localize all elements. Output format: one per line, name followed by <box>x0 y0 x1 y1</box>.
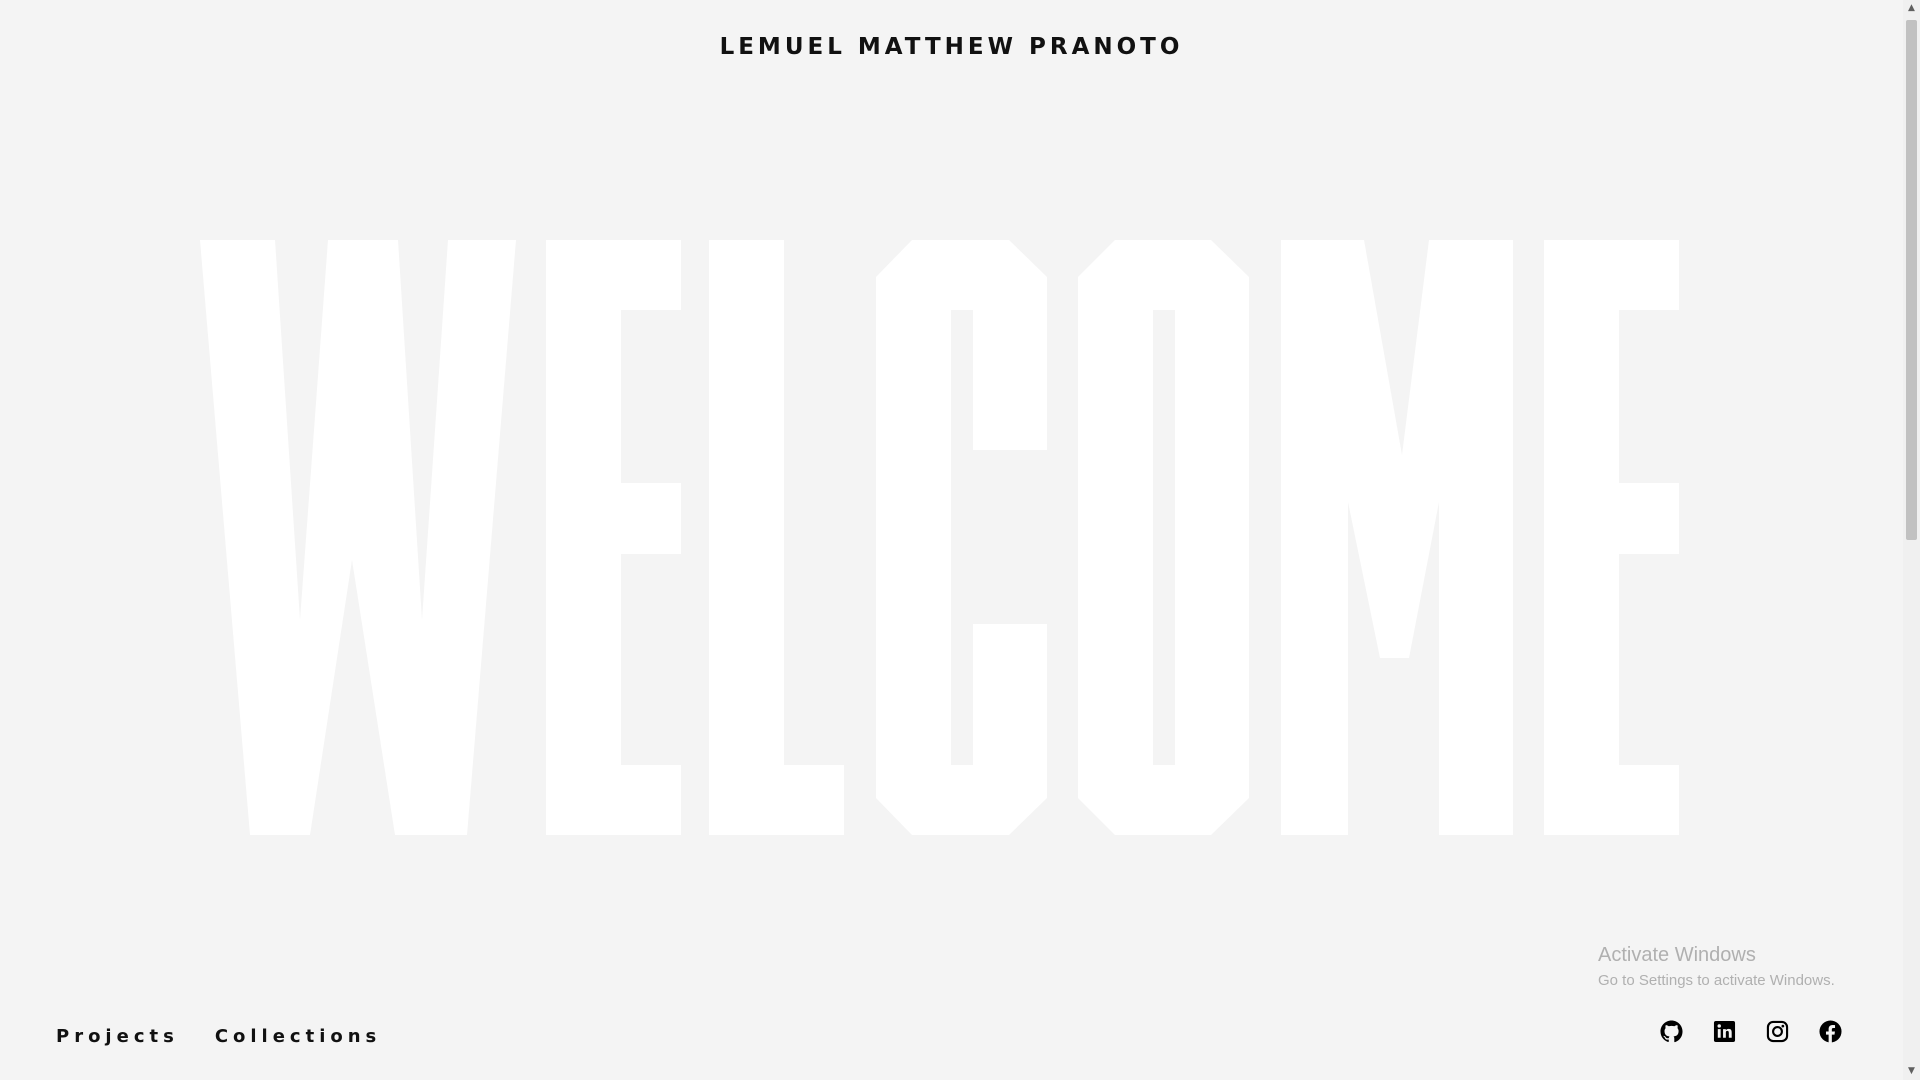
activate-windows-title: Activate Windows <box>1598 944 1756 966</box>
nav-link-collections[interactable]: Collections <box>215 1026 381 1047</box>
social-links <box>1660 1020 1842 1043</box>
nav-link-projects[interactable]: Projects <box>56 1026 179 1047</box>
scroll-up-arrow-icon[interactable]: ▲ <box>1903 0 1920 17</box>
scrollbar-thumb[interactable] <box>1906 20 1917 540</box>
scroll-down-arrow-icon[interactable]: ▼ <box>1903 1063 1920 1080</box>
hero-letter-c <box>876 240 1047 835</box>
hero-welcome-word <box>200 240 1700 850</box>
instagram-icon[interactable] <box>1766 1020 1789 1043</box>
hero-letter-e <box>546 240 681 835</box>
hero-letter-w <box>200 240 516 835</box>
page: LEMUEL MATTHEW PRANOTO Activate Windows … <box>0 0 1920 1080</box>
hero-letter-m <box>1281 240 1513 835</box>
linkedin-icon[interactable] <box>1713 1020 1736 1043</box>
activate-windows-subtitle: Go to Settings to activate Windows. <box>1598 972 1835 989</box>
bottom-nav: Projects Collections <box>56 1026 381 1047</box>
activate-windows-watermark: Activate Windows Go to Settings to activ… <box>1598 944 1835 989</box>
github-icon[interactable] <box>1660 1020 1683 1043</box>
hero-letter-e-2 <box>1544 240 1679 835</box>
hero-letter-o <box>1078 240 1249 835</box>
hero-welcome-graphic <box>200 240 1679 835</box>
facebook-icon[interactable] <box>1819 1020 1842 1043</box>
page-scrollbar[interactable]: ▲ ▼ <box>1903 0 1920 1080</box>
site-title[interactable]: LEMUEL MATTHEW PRANOTO <box>0 34 1903 60</box>
hero-letter-l <box>709 240 844 835</box>
